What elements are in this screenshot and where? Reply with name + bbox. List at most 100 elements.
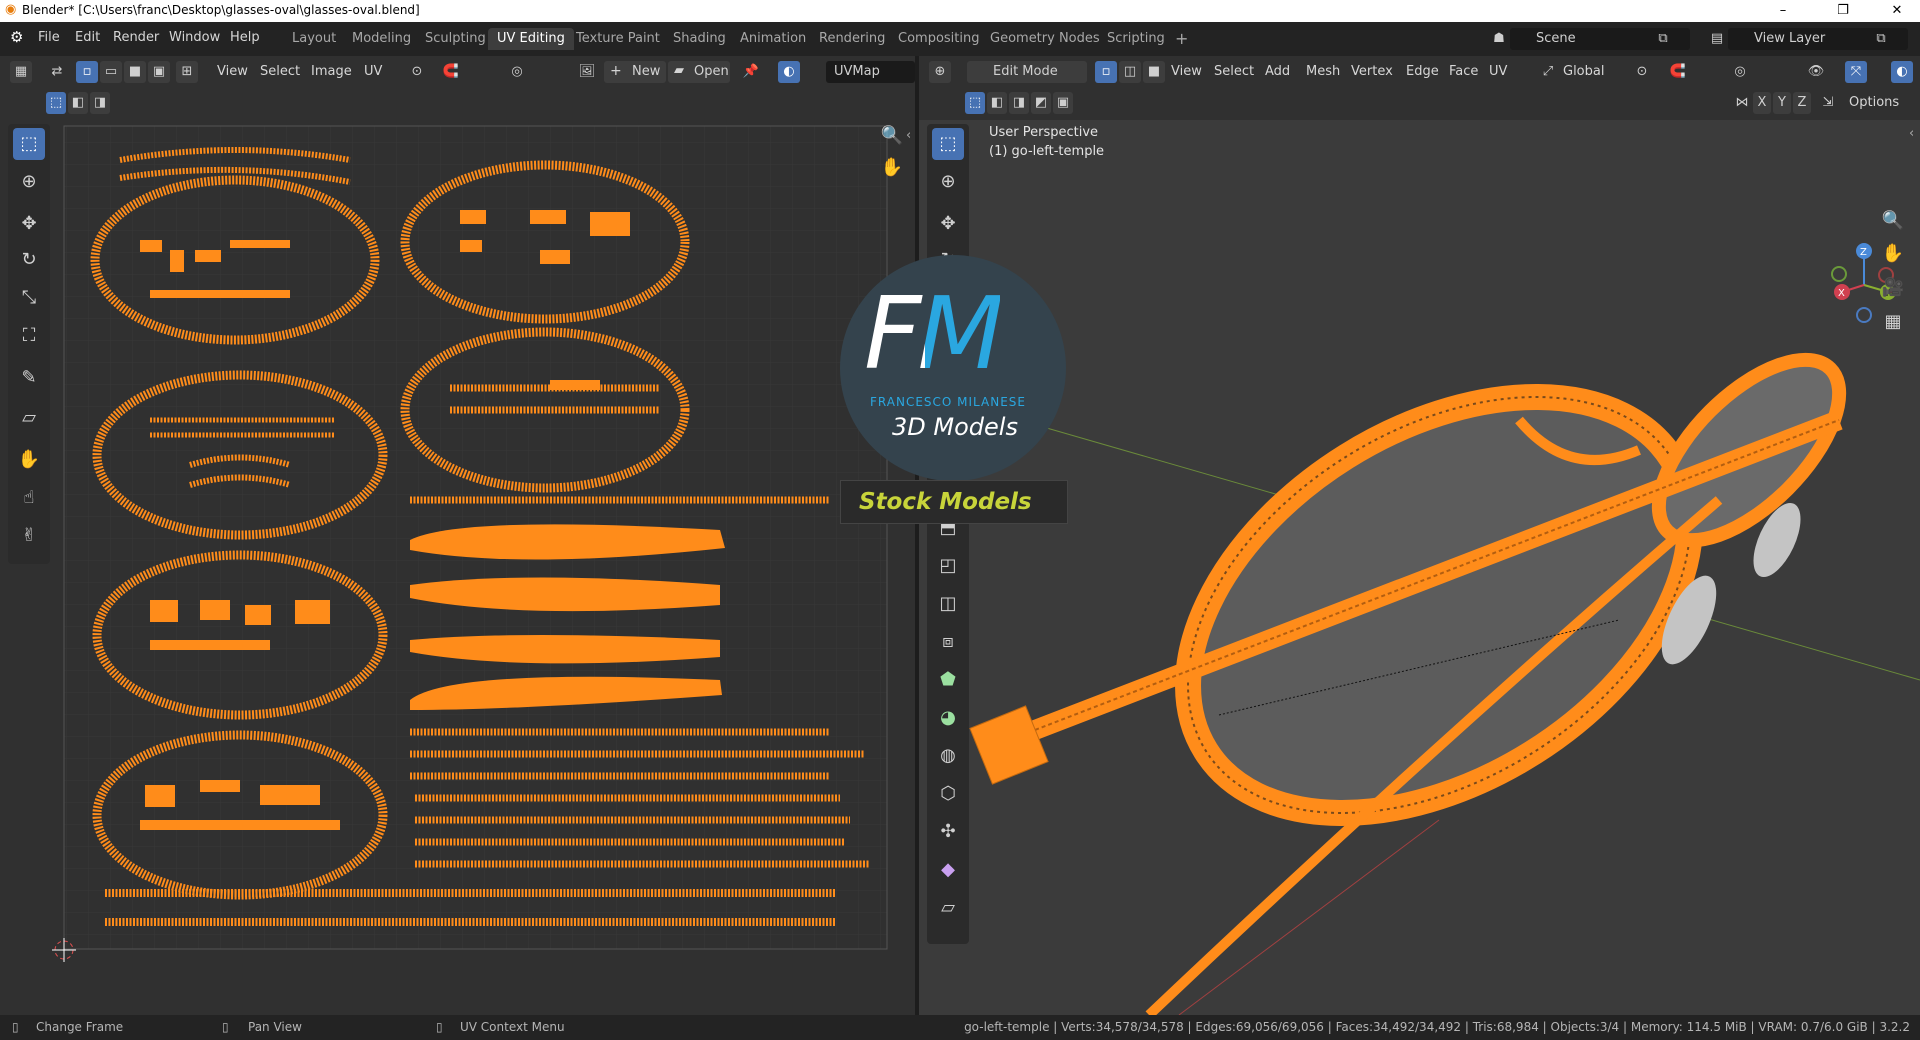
proportional-edit-icon[interactable]: ◎ [1729, 61, 1751, 83]
vp-menu-vertex[interactable]: Vertex [1351, 61, 1393, 83]
perspective-grid-icon[interactable]: ▦ [1877, 306, 1909, 338]
tab-rendering[interactable]: Rendering [810, 28, 894, 50]
sticky-select-icon[interactable]: ⊞ [176, 61, 198, 83]
spin-icon[interactable]: ◍ [932, 740, 964, 772]
menu-help[interactable]: Help [230, 30, 260, 45]
sidebar-toggle-icon[interactable]: ‹ [1909, 126, 1914, 141]
mirror-icon[interactable]: ⋈ [1731, 92, 1753, 114]
select-subtract-icon[interactable]: ◨ [1009, 92, 1029, 114]
select-box-mode-icon[interactable]: ⬚ [965, 92, 985, 114]
shear-icon[interactable]: ▱ [13, 402, 45, 434]
move-icon[interactable]: ✥ [13, 208, 45, 240]
face-select-icon[interactable]: ■ [124, 61, 146, 83]
vp-menu-uv[interactable]: UV [1489, 61, 1507, 83]
snap-icon[interactable]: 🧲 [1667, 61, 1689, 83]
new-view-layer-icon[interactable]: ⧉ [1870, 28, 1892, 50]
zoom-icon[interactable]: 🔍 [876, 120, 908, 152]
pan-hand-icon[interactable]: ✋ [1877, 238, 1909, 270]
pivot-icon[interactable]: ⊙ [406, 61, 428, 83]
select-box-mode-icon[interactable]: ⬚ [46, 92, 66, 114]
tab-shading[interactable]: Shading [664, 28, 735, 50]
visibility-icon[interactable]: 👁 [1805, 61, 1827, 83]
shear-icon[interactable]: ▱ [932, 892, 964, 924]
snap-icon[interactable]: 🧲 [440, 61, 462, 83]
editor-type-icon[interactable]: ▦ [10, 61, 32, 83]
minimize-button[interactable]: – [1760, 0, 1806, 22]
tab-uv-editing[interactable]: UV Editing [488, 28, 574, 50]
mirror-y-toggle[interactable]: Y [1773, 92, 1791, 114]
options-dropdown[interactable]: Options [1849, 92, 1899, 114]
vp-menu-mesh[interactable]: Mesh [1306, 61, 1340, 83]
menu-edit[interactable]: Edit [75, 30, 100, 45]
restore-button[interactable]: ❐ [1820, 0, 1866, 22]
tab-layout[interactable]: Layout [283, 28, 345, 50]
relax-icon[interactable]: ☝ [13, 482, 45, 514]
vertex-select-icon[interactable]: ▫ [76, 61, 98, 83]
orientation-dropdown[interactable]: Global [1563, 61, 1604, 83]
grab-icon[interactable]: ✋ [13, 444, 45, 476]
uv-menu-view[interactable]: View [217, 61, 248, 83]
select-extend-icon[interactable]: ◧ [68, 92, 88, 114]
cursor-3d-icon[interactable]: ⊕ [13, 166, 45, 198]
auto-merge-icon[interactable]: ⇲ [1817, 92, 1839, 114]
overlays-icon[interactable]: ◐ [778, 61, 800, 83]
select-invert-icon[interactable]: ◩ [1031, 92, 1051, 114]
open-image-button[interactable]: ▰ Open [668, 61, 730, 83]
vertex-mode-icon[interactable]: ▫ [1095, 61, 1117, 83]
vp-menu-select[interactable]: Select [1214, 61, 1254, 83]
tab-sculpting[interactable]: Sculpting [416, 28, 495, 50]
cursor-3d-icon[interactable]: ⊕ [932, 166, 964, 198]
mode-dropdown[interactable]: Edit Mode [967, 61, 1087, 83]
select-intersect-icon[interactable]: ▣ [1053, 92, 1073, 114]
uv-menu-uv[interactable]: UV [364, 61, 382, 83]
move-icon[interactable]: ✥ [932, 208, 964, 240]
inset-icon[interactable]: ◰ [932, 550, 964, 582]
select-extend-icon[interactable]: ◧ [987, 92, 1007, 114]
knife-icon[interactable]: ⬟ [932, 664, 964, 696]
mirror-z-toggle[interactable]: Z [1793, 92, 1811, 114]
editor-type-icon[interactable]: ⊕ [929, 61, 951, 83]
select-subtract-icon[interactable]: ◨ [90, 92, 110, 114]
edge-slide-icon[interactable]: ✣ [932, 816, 964, 848]
vp-menu-view[interactable]: View [1171, 61, 1202, 83]
pinch-icon[interactable]: ✌ [13, 520, 45, 552]
uv-menu-select[interactable]: Select [260, 61, 300, 83]
vp-menu-edge[interactable]: Edge [1406, 61, 1439, 83]
sync-selection-icon[interactable]: ⇄ [46, 61, 68, 83]
menu-file[interactable]: File [38, 30, 60, 45]
uv-canvas[interactable] [0, 120, 915, 1015]
tab-geometry-nodes[interactable]: Geometry Nodes [981, 28, 1109, 50]
zoom-icon[interactable]: 🔍 [1877, 205, 1909, 237]
close-button[interactable]: ✕ [1874, 0, 1920, 22]
pivot-icon[interactable]: ⊙ [1631, 61, 1653, 83]
pin-icon[interactable]: 📌 [740, 61, 762, 83]
tab-compositing[interactable]: Compositing [889, 28, 989, 50]
new-image-button[interactable]: + New [604, 61, 666, 83]
annotate-icon[interactable]: ✎ [13, 362, 45, 394]
new-scene-icon[interactable]: ⧉ [1652, 28, 1674, 50]
menu-render[interactable]: Render [113, 30, 159, 45]
smooth-icon[interactable]: ⬡ [932, 778, 964, 810]
add-workspace-button[interactable]: + [1166, 28, 1197, 50]
face-mode-icon[interactable]: ■ [1143, 61, 1165, 83]
scene-icon[interactable]: ☗ [1488, 28, 1510, 50]
cursor-select-icon[interactable]: ⬚ [932, 128, 964, 160]
edge-mode-icon[interactable]: ◫ [1119, 61, 1141, 83]
menu-window[interactable]: Window [169, 30, 220, 45]
polybuild-icon[interactable]: ◕ [932, 702, 964, 734]
rotate-icon[interactable]: ↻ [13, 244, 45, 276]
tab-scripting[interactable]: Scripting [1098, 28, 1174, 50]
tab-modeling[interactable]: Modeling [343, 28, 420, 50]
transform-orientation-icon[interactable]: ⤢ [1537, 61, 1559, 83]
blender-menu-icon[interactable]: ⚙ [10, 28, 23, 46]
bevel-icon[interactable]: ◫ [932, 588, 964, 620]
sidebar-toggle-icon[interactable]: ‹ [906, 128, 911, 143]
vp-menu-add[interactable]: Add [1265, 61, 1290, 83]
loopcut-icon[interactable]: ⧈ [932, 626, 964, 658]
camera-icon[interactable]: 🎥 [1877, 272, 1909, 304]
edge-select-icon[interactable]: ▭ [100, 61, 122, 83]
view-layer-icon[interactable]: ▤ [1706, 28, 1728, 50]
mirror-x-toggle[interactable]: X [1753, 92, 1771, 114]
transform-icon[interactable]: ⛶ [13, 320, 45, 352]
overlays-icon[interactable]: ◐ [1891, 61, 1913, 83]
